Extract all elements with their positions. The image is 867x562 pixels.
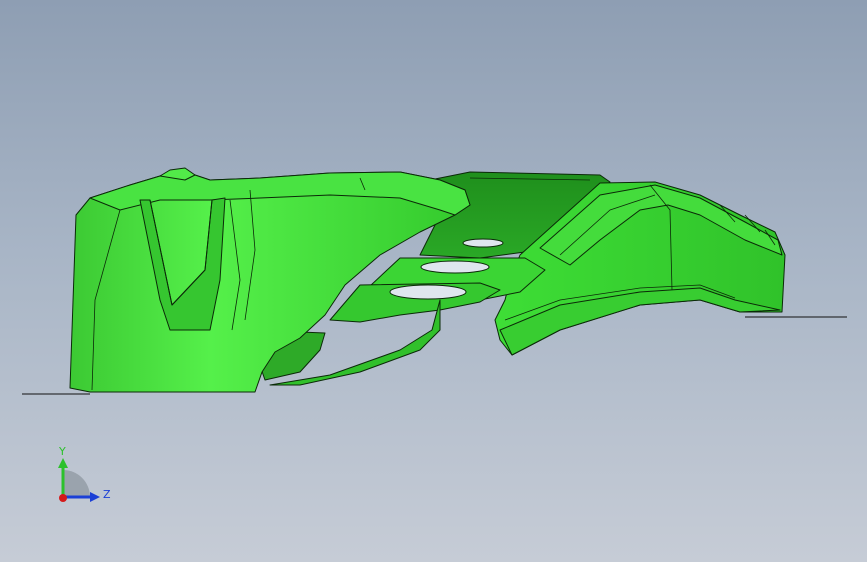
triad-x-origin-icon <box>59 494 67 502</box>
3d-model-viewport[interactable]: Y Z <box>0 0 867 562</box>
triad-sector <box>63 470 90 497</box>
hole-1 <box>462 238 504 248</box>
triad-y-arrow-icon <box>58 458 68 468</box>
hole-3 <box>389 284 467 300</box>
triad-y-label: Y <box>58 445 66 458</box>
triad-z-label: Z <box>103 488 111 501</box>
hole-2 <box>420 260 490 274</box>
coordinate-triad: Y Z <box>58 445 111 502</box>
triad-z-arrow-icon <box>90 492 100 502</box>
sheet-metal-part[interactable] <box>69 167 786 393</box>
